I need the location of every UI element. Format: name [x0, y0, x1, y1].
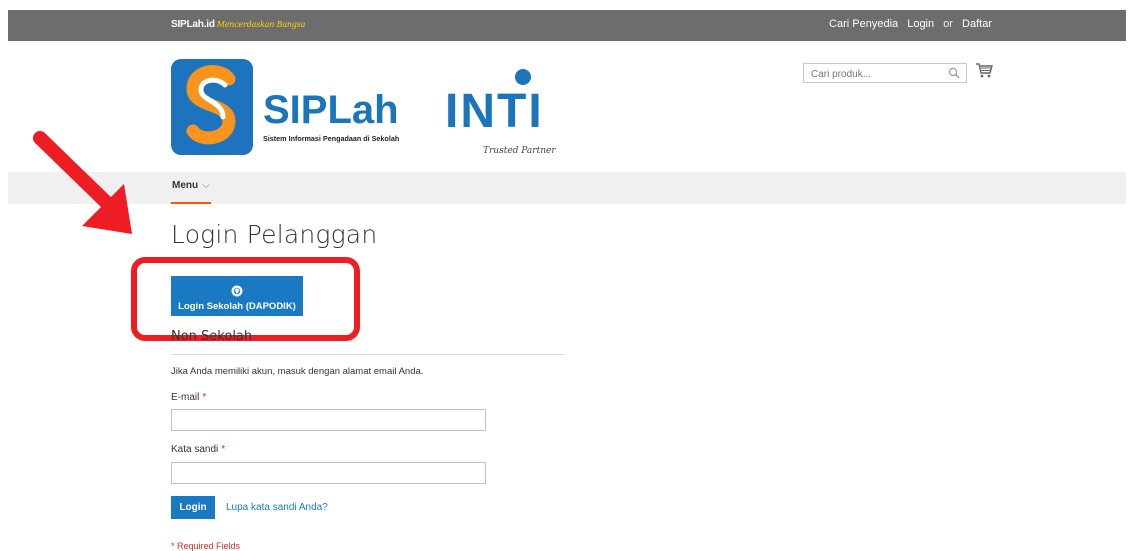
partner-tagline: Trusted Partner [483, 146, 556, 156]
logo-text: SIPLah [263, 88, 399, 132]
password-label: Kata sandi * [171, 444, 225, 455]
non-school-heading: Non Sekolah [171, 329, 253, 344]
required-mark: * [202, 392, 207, 403]
annotation-arrow [33, 131, 132, 234]
chevron-down-icon: ⌵ [202, 180, 210, 191]
menu-label: Menu [172, 180, 199, 191]
top-bar: SIPLah.id Mencerdaskan Bangsa Cari Penyed… [8, 10, 1126, 41]
password-field[interactable] [171, 462, 486, 484]
password-label-text: Kata sandi [171, 444, 219, 455]
partner-logo-text: INTI [445, 85, 544, 138]
login-link[interactable]: Login [907, 18, 934, 30]
cart-icon[interactable] [975, 62, 993, 80]
required-fields-note: * Required Fields [171, 541, 241, 551]
search-input[interactable] [804, 65, 941, 84]
brand-tagline: Mencerdaskan Bangsa [216, 20, 306, 29]
page-title: Login Pelanggan [171, 220, 378, 249]
search-box [803, 63, 967, 84]
brand[interactable]: SIPLah.id Mencerdaskan Bangsa [171, 19, 305, 30]
find-seller-link[interactable]: Cari Penyedia [829, 18, 898, 30]
menu-bar: Menu ⌵ [8, 172, 1126, 204]
register-link[interactable]: Daftar [962, 18, 992, 30]
login-button[interactable]: Login [171, 496, 215, 519]
login-info-text: Jika Anda memiliki akun, masuk dengan al… [171, 366, 424, 377]
siplah-logo[interactable]: SIPLah Sistem Informasi Pengadaan di Sek… [171, 57, 431, 157]
menu-toggle[interactable]: Menu ⌵ [171, 172, 211, 204]
brand-name: SIPLah.id [171, 19, 215, 30]
or-text: or [943, 18, 953, 30]
forgot-password-link[interactable]: Lupa kata sandi Anda? [226, 502, 328, 513]
email-field[interactable] [171, 409, 486, 431]
page: SIPLah.id Mencerdaskan Bangsa Cari Penyed… [8, 10, 1126, 551]
logo-subtitle: Sistem Informasi Pengadaan di Sekolah [263, 134, 399, 143]
required-mark: * [221, 444, 226, 455]
email-label-text: E-mail [171, 392, 200, 403]
email-label: E-mail * [171, 392, 206, 403]
inti-logo: INTI Trusted Partner [445, 69, 556, 156]
divider [171, 354, 565, 355]
top-links: Cari Penyedia Login or Daftar [823, 18, 992, 30]
search-icon[interactable] [948, 67, 960, 79]
